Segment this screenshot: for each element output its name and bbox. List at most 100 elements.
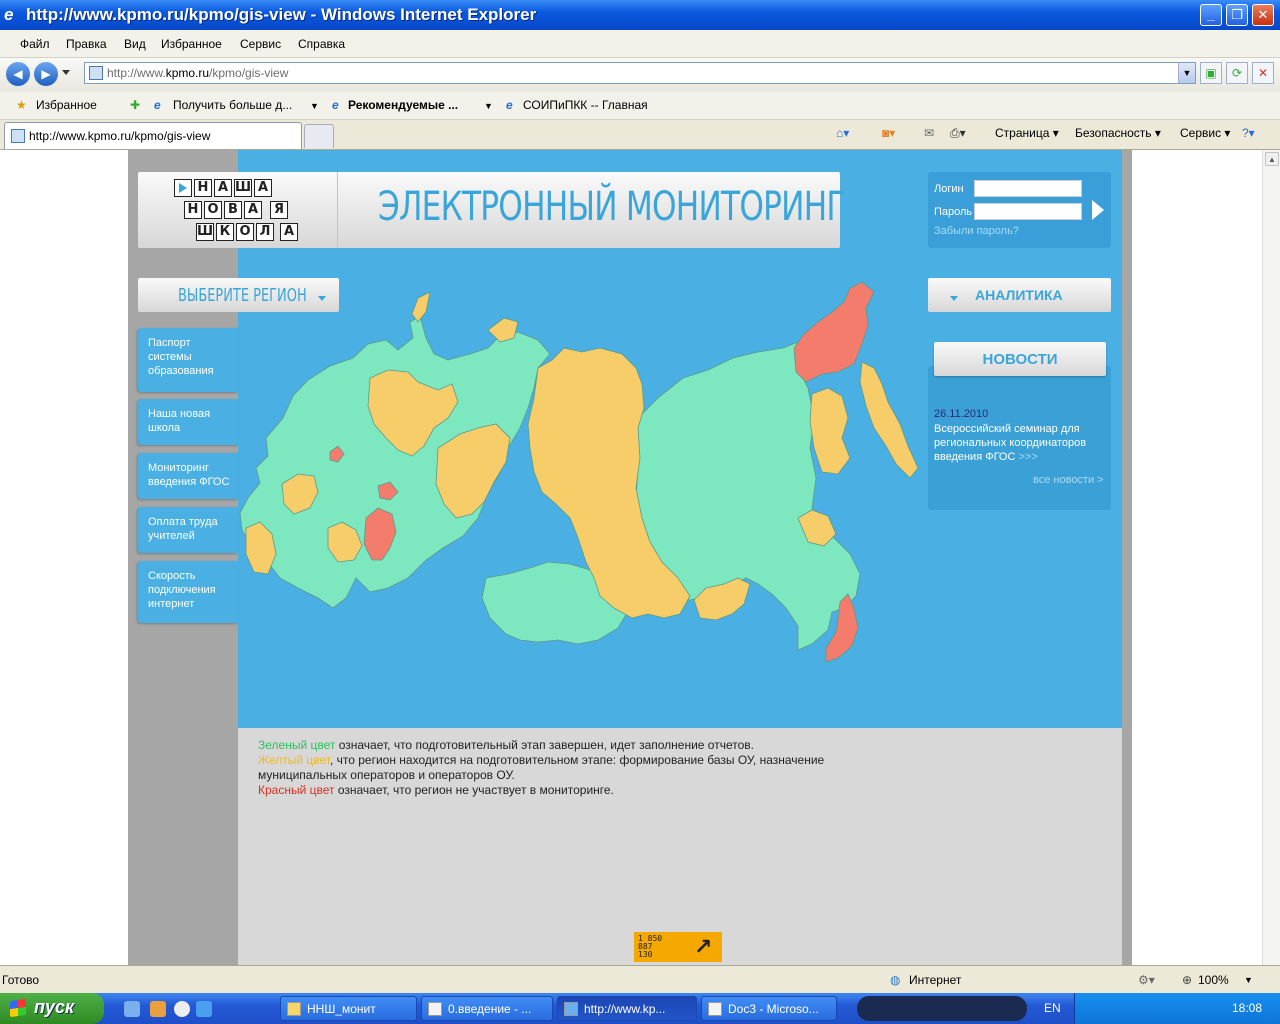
fav-link-2[interactable]: Рекомендуемые ... [348, 98, 458, 112]
maximize-button[interactable]: ❐ [1226, 4, 1248, 26]
nav-fgos-monitoring[interactable]: Мониторинг введения ФГОС [138, 453, 238, 499]
logo-letter: Л [256, 223, 274, 241]
quicklaunch-icon[interactable] [150, 1001, 166, 1017]
vertical-scrollbar[interactable]: ▲ [1262, 150, 1280, 965]
map-region-yellow[interactable] [487, 317, 519, 343]
chevron-down-icon[interactable]: ▼ [484, 101, 493, 111]
nav-education-passport[interactable]: Паспорт системы образования [138, 328, 238, 392]
mail-icon[interactable]: ✉ [924, 126, 934, 140]
logo-letter: Ш [234, 179, 252, 197]
site: Н А Ш А Н О В А Я Ш К О Л А ЭЛЕКТРОННЫЙ … [128, 150, 1132, 965]
all-news-link[interactable]: все новости > [1033, 474, 1104, 486]
forward-button[interactable]: ▶ [34, 62, 58, 86]
fav-link-1[interactable]: Получить больше д... [173, 98, 292, 112]
language-indicator[interactable]: EN [1044, 1001, 1061, 1015]
login-input[interactable] [974, 180, 1082, 197]
security-menu[interactable]: Безопасность ▾ [1075, 126, 1161, 140]
task-folder[interactable]: ННШ_монит [280, 996, 417, 1021]
russia-regions-map[interactable] [238, 278, 928, 678]
news-button[interactable]: НОВОСТИ [934, 342, 1106, 376]
media-player-icon[interactable] [174, 1001, 190, 1017]
legend-green: Зеленый цвет означает, что подготовитель… [258, 738, 878, 753]
menu-favorites[interactable]: Избранное [161, 37, 222, 51]
start-button[interactable]: пуск [0, 993, 104, 1024]
scroll-up-icon[interactable]: ▲ [1265, 152, 1279, 166]
window-title: http://www.kpmo.ru/kpmo/gis-view - Windo… [26, 5, 537, 24]
address-dropdown-icon[interactable]: ▼ [1178, 63, 1195, 83]
add-favorites-icon[interactable]: ✚ [130, 98, 140, 112]
favorites-button[interactable]: Избранное [36, 98, 97, 112]
map-region-yellow[interactable] [809, 387, 851, 475]
logo-letter: Я [270, 201, 288, 219]
logo-letter: В [224, 201, 242, 219]
task-word-2[interactable]: Doc3 - Microso... [701, 996, 837, 1021]
task-ie[interactable]: http://www.kp... [557, 996, 697, 1021]
chevron-down-icon[interactable]: ▼ [1244, 975, 1253, 985]
zoom-icon[interactable]: ⊕ [1182, 973, 1192, 987]
home-icon[interactable]: ⌂▾ [836, 126, 849, 140]
visit-counter[interactable]: 1 850 887 130 ↗ [634, 932, 722, 962]
password-label: Пароль [934, 206, 973, 218]
start-label: пуск [34, 997, 75, 1017]
nav-internet-speed[interactable]: Скорость подключения интернет [138, 561, 238, 623]
login-form: Логин Пароль Забыли пароль? [928, 172, 1111, 248]
menu-edit[interactable]: Правка [66, 37, 107, 51]
feeds-icon[interactable]: ◙▾ [882, 126, 895, 140]
login-submit-icon[interactable] [1092, 200, 1104, 220]
logo[interactable]: Н А Ш А Н О В А Я Ш К О Л А [138, 172, 338, 248]
clock[interactable]: 18:08 [1232, 1001, 1262, 1015]
menu-file[interactable]: Файл [20, 37, 50, 51]
address-toolbar: ◀ ▶ http://www.kpmo.ru/kpmo/gis-view ▼ ▣… [0, 58, 1280, 92]
quicklaunch-icon[interactable] [124, 1001, 140, 1017]
tools-menu[interactable]: Сервис ▾ [1180, 126, 1230, 140]
back-button[interactable]: ◀ [6, 62, 30, 86]
chevron-down-icon[interactable]: ▼ [310, 101, 319, 111]
logo-letter: О [204, 201, 222, 219]
nav-our-new-school[interactable]: Наша новая школа [138, 399, 238, 445]
fav-link-3[interactable]: СОИПиПКК -- Главная [523, 98, 648, 112]
new-tab-button[interactable] [304, 124, 334, 148]
stop-icon[interactable]: ✕ [1252, 62, 1274, 84]
nav-label: Мониторинг введения ФГОС [148, 462, 230, 488]
security-menu-label: Безопасность [1075, 126, 1152, 140]
news-more-link[interactable]: >>> [1018, 451, 1037, 463]
task-label: http://www.kp... [584, 1002, 666, 1016]
menu-tools[interactable]: Сервис [240, 37, 281, 51]
ie-quicklaunch-icon[interactable] [196, 1001, 212, 1017]
logo-letter: Н [194, 179, 212, 197]
close-button[interactable]: ✕ [1252, 4, 1274, 26]
favorites-star-icon: ★ [16, 98, 27, 112]
map-region-yellow[interactable] [411, 291, 431, 323]
menu-view[interactable]: Вид [124, 37, 146, 51]
right-gutter [1122, 150, 1132, 965]
protected-mode-icon[interactable]: ⚙▾ [1138, 973, 1155, 987]
address-input[interactable]: http://www.kpmo.ru/kpmo/gis-view ▼ [84, 62, 1196, 84]
analytics-button[interactable]: АНАЛИТИКА [928, 278, 1111, 312]
legend-green-text: означает, что подготовительный этап заве… [335, 738, 754, 752]
help-icon[interactable]: ?▾ [1242, 126, 1255, 140]
history-dropdown-icon[interactable] [62, 70, 70, 75]
compatibility-icon[interactable]: ▣ [1200, 62, 1222, 84]
tab-current[interactable]: http://www.kpmo.ru/kpmo/gis-view [4, 122, 302, 149]
zoom-level[interactable]: 100% [1198, 973, 1229, 987]
page-menu[interactable]: Страница ▾ [995, 126, 1059, 140]
media-controls[interactable] [857, 996, 1027, 1021]
refresh-icon[interactable]: ⟳ [1226, 62, 1248, 84]
minimize-button[interactable]: _ [1200, 4, 1222, 26]
nav-teacher-pay[interactable]: Оплата труда учителей [138, 507, 238, 553]
news-item[interactable]: Всероссийский семинар для региональных к… [934, 422, 1106, 464]
nav-label: Наша новая школа [148, 408, 211, 434]
menu-help[interactable]: Справка [298, 37, 345, 51]
password-input[interactable] [974, 203, 1082, 220]
tools-menu-label: Сервис [1180, 126, 1222, 140]
logo-letter: А [244, 201, 262, 219]
forgot-password-link[interactable]: Забыли пароль? [934, 225, 1019, 237]
news-item-text: Всероссийский семинар для региональных к… [934, 423, 1087, 463]
task-word-1[interactable]: 0.введение - ... [421, 996, 553, 1021]
map-region-yellow[interactable] [859, 361, 919, 479]
task-label: ННШ_монит [307, 1002, 376, 1016]
print-icon[interactable]: ⎙▾ [950, 126, 966, 141]
analytics-label: АНАЛИТИКА [975, 287, 1063, 303]
nav-label: Скорость подключения интернет [148, 570, 216, 610]
legend-red-text: означает, что регион не участвует в мони… [334, 783, 614, 797]
